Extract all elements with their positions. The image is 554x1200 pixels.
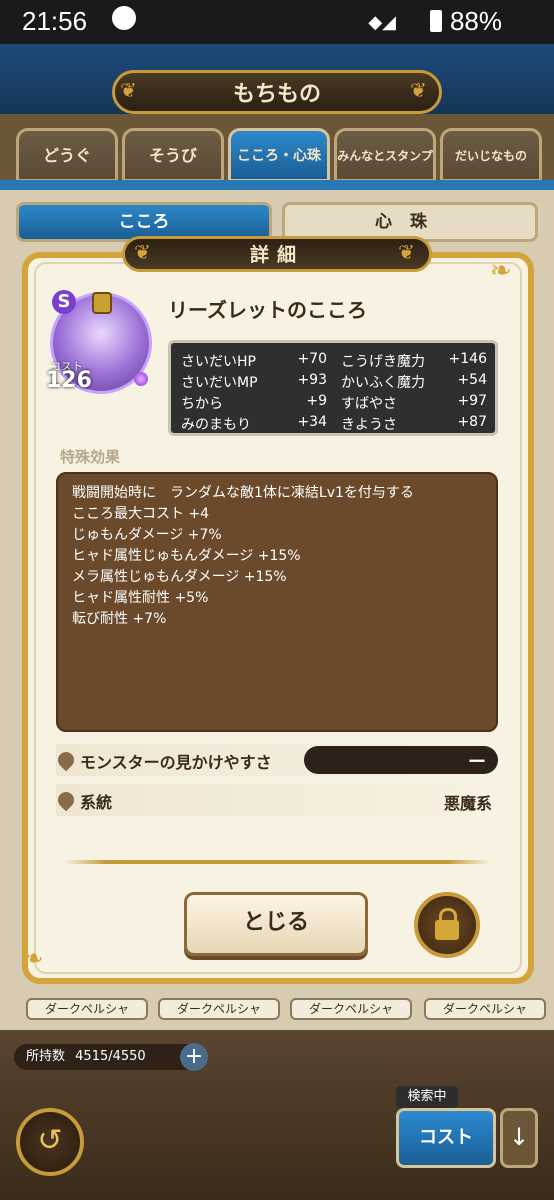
stat-value: +97 — [457, 393, 487, 409]
lock-body — [435, 920, 459, 940]
stat-name: みのまもり — [181, 417, 251, 433]
status-bar: 21:56 ◆◢ 88% — [0, 0, 554, 44]
stat-value: +146 — [448, 351, 487, 367]
stat-name: さいだいHP — [181, 354, 256, 370]
stat-value: +70 — [297, 351, 327, 367]
battery-icon — [430, 10, 442, 32]
color-orb-icon — [134, 372, 148, 386]
detail-title: 詳細 — [249, 244, 304, 266]
expand-capacity-button[interactable]: + — [180, 1043, 208, 1071]
inventory-count: 所持数 4515/4550 — [14, 1044, 200, 1070]
stat-name: きようさ — [341, 417, 397, 433]
stat-name: こうげき魔力 — [341, 354, 425, 370]
tab-items[interactable]: どうぐ — [16, 128, 118, 182]
status-time: 21:56 — [22, 6, 88, 36]
sort-button[interactable]: コスト — [396, 1108, 496, 1168]
list-item[interactable]: ダークペルシャ — [424, 998, 546, 1020]
stat-name: すばやさ — [341, 396, 397, 412]
list-item[interactable]: ダークペルシャ — [158, 998, 280, 1020]
stat-value: +93 — [297, 372, 327, 388]
visibility-value: ー — [468, 752, 486, 773]
back-button[interactable]: ↺ — [16, 1108, 84, 1176]
ornamental-divider — [64, 860, 490, 864]
list-item[interactable]: ダークペルシャ — [290, 998, 412, 1020]
slime-icon — [112, 6, 136, 30]
family-value: 悪魔系 — [443, 794, 492, 813]
family-label: 系統 — [80, 793, 113, 812]
stat-value: +54 — [457, 372, 487, 388]
stat-name: さいだいMP — [181, 375, 258, 391]
sort-direction-button[interactable]: ↓ — [500, 1108, 538, 1168]
stat-name: かいふく魔力 — [341, 375, 425, 391]
stats-table: さいだいHP +70 こうげき魔力 +146 さいだいMP +93 かいふく魔力 +54… — [168, 340, 498, 436]
tab-underline — [0, 180, 554, 190]
list-item[interactable]: ダークペルシャ — [26, 998, 148, 1020]
tab-stamps[interactable]: みんなとスタンプ — [334, 128, 436, 182]
effect-line: じゅもんダメージ +7% — [72, 527, 222, 543]
stat-value: +34 — [297, 414, 327, 430]
page-title: もちもの — [232, 82, 321, 107]
corner-ornament-icon: ❧ — [490, 256, 512, 286]
signal-icon: ◆◢ — [368, 12, 396, 33]
tab-kokoro[interactable]: こころ・心珠 — [228, 128, 330, 182]
rank-badge: S — [52, 290, 76, 314]
item-name: リーズレットのこころ — [168, 298, 367, 322]
effect-line: 転び耐性 +7% — [72, 611, 167, 627]
lock-toggle-button[interactable] — [414, 892, 480, 958]
special-effects-box: 戦闘開始時に ランダムな敵1体に凍結Lv1を付与する こころ最大コスト +4 じ… — [56, 472, 498, 732]
search-active-tag: 検索中 — [396, 1086, 458, 1108]
effect-line: ヒャド属性耐性 +5% — [72, 590, 209, 606]
effect-line: ヒャド属性じゅもんダメージ +15% — [72, 548, 301, 564]
count-label: 所持数 — [26, 1049, 66, 1064]
tab-key-items[interactable]: だいじなもの — [440, 128, 542, 182]
tab-equipment[interactable]: そうび — [122, 128, 224, 182]
stat-name: ちから — [181, 396, 223, 412]
cost-value: 126 — [46, 368, 92, 393]
battery-percent: 88% — [449, 6, 502, 36]
visibility-label: モンスターの見かけやすさ — [80, 753, 272, 772]
stat-value: +9 — [306, 393, 327, 409]
lock-icon — [92, 292, 112, 314]
stat-value: +87 — [457, 414, 487, 430]
corner-ornament-icon: ❧ — [22, 944, 44, 974]
effect-line: こころ最大コスト +4 — [72, 506, 210, 522]
effect-line: メラ属性じゅもんダメージ +15% — [72, 569, 287, 585]
effect-line: 戦闘開始時に ランダムな敵1体に凍結Lv1を付与する — [72, 485, 414, 501]
count-value: 4515/4550 — [75, 1049, 146, 1064]
special-effects-label: 特殊効果 — [60, 448, 121, 466]
close-button[interactable]: とじる — [184, 892, 368, 956]
